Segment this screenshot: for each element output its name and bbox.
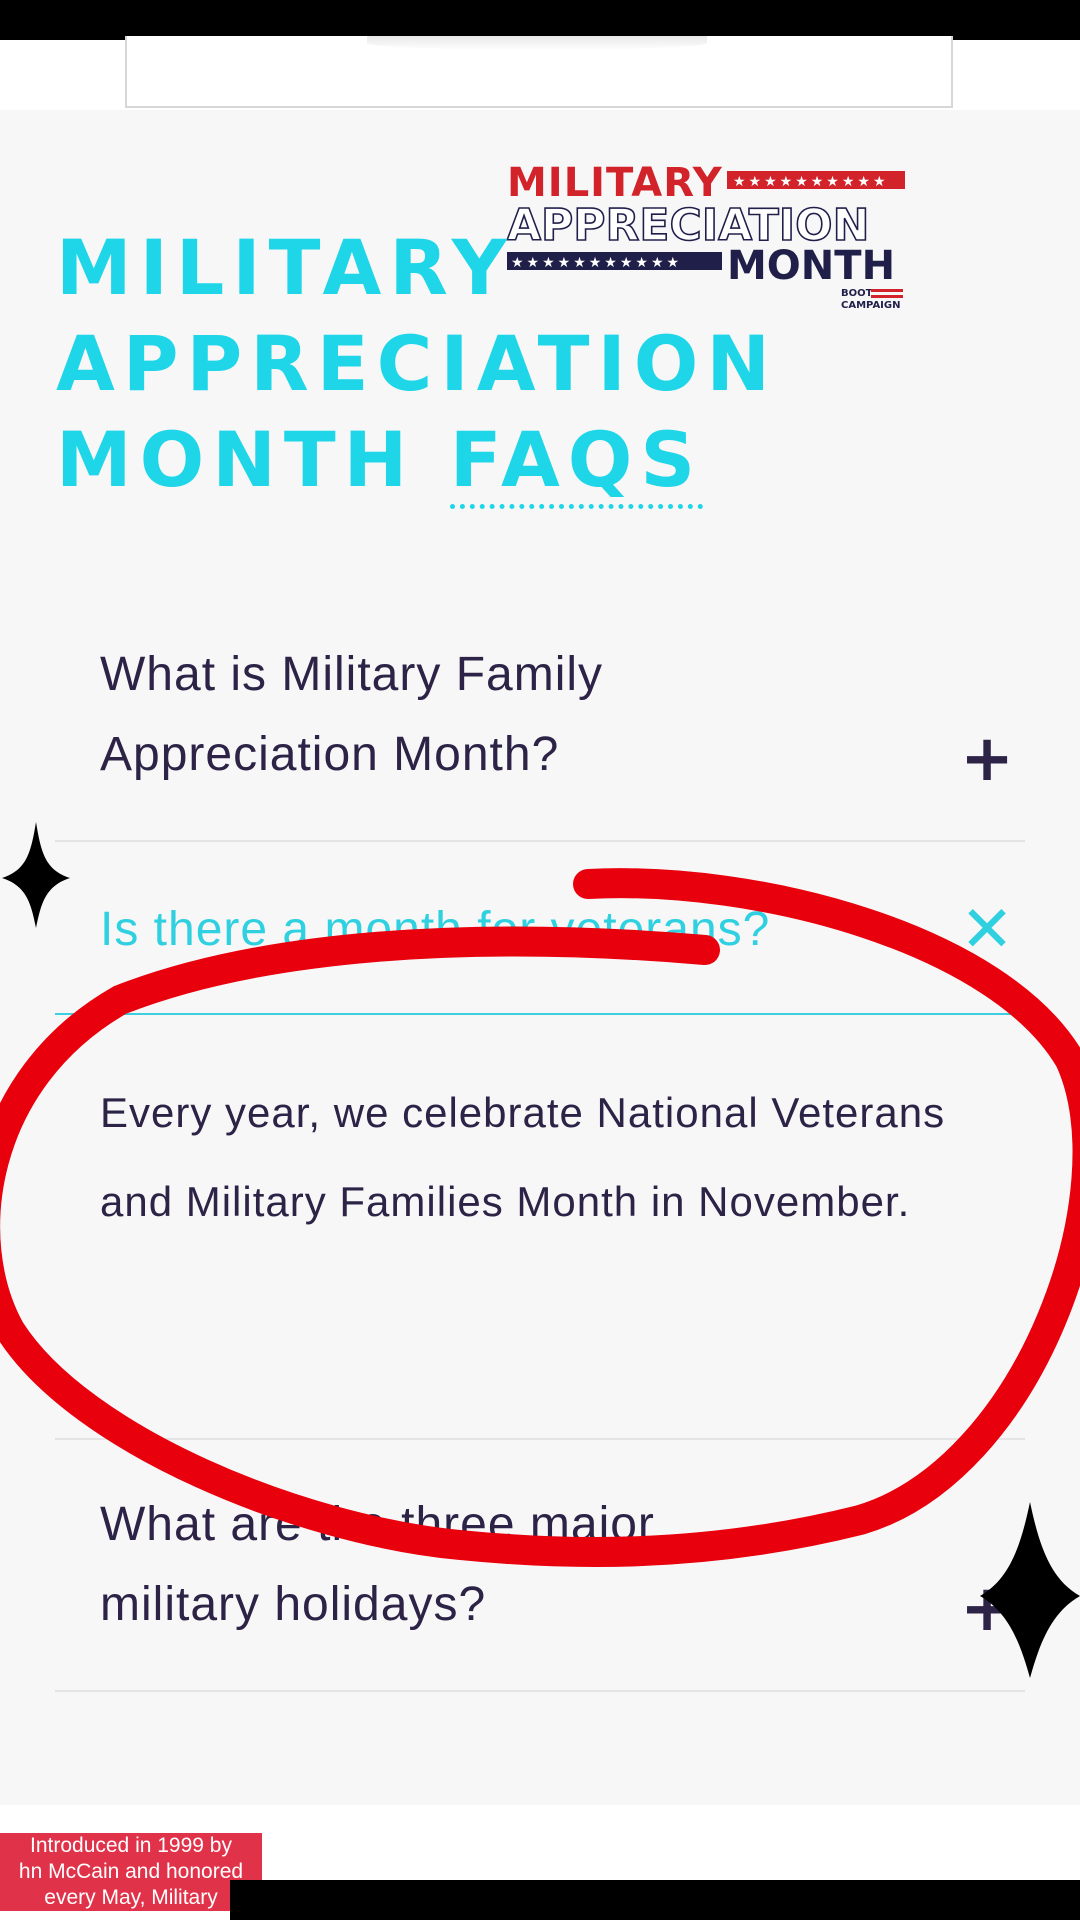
caption-line2: hn McCain and honored <box>0 1859 262 1885</box>
expand-plus-icon[interactable]: + <box>959 1577 1015 1641</box>
faq-question[interactable]: What are the three major military holida… <box>100 1485 655 1645</box>
faq-question-line2: Appreciation Month? <box>100 728 560 781</box>
faq-heading-line2: APPRECIATION <box>56 319 778 408</box>
previous-section-card <box>125 36 953 108</box>
faq-heading-line1: MILITARY <box>56 223 515 312</box>
collapse-close-icon[interactable]: ✕ <box>959 898 1015 962</box>
faq-question-line2: military holidays? <box>100 1578 487 1631</box>
caption-line1: Introduced in 1999 by <box>0 1833 262 1859</box>
video-caption: Introduced in 1999 by hn McCain and hono… <box>0 1833 262 1911</box>
faq-divider <box>55 1690 1025 1692</box>
svg-text:★★★★★★★★★★: ★★★★★★★★★★ <box>733 174 889 190</box>
faq-heading-month: MONTH <box>56 415 416 504</box>
navigation-bar <box>230 1880 1080 1920</box>
faq-item-major-holidays[interactable]: What are the three major military holida… <box>55 1485 1025 1695</box>
logo-sub2: CAMPAIGN <box>841 300 900 311</box>
expand-plus-icon[interactable]: + <box>959 727 1015 791</box>
faq-divider-active <box>55 1013 1025 1015</box>
faq-divider <box>55 840 1025 842</box>
faq-question[interactable]: What is Military Family Appreciation Mon… <box>100 635 603 795</box>
card-shadow <box>367 36 707 50</box>
faq-question-line1: What are the three major <box>100 1498 655 1551</box>
faqs-abbreviation[interactable]: FAQS <box>449 415 704 509</box>
faq-item-veterans-month[interactable]: Is there a month for veterans? ✕ <box>55 890 1025 1020</box>
logo-sub1: BOOT <box>841 288 873 299</box>
faq-question-line1: What is Military Family <box>100 648 604 701</box>
faq-divider <box>55 1438 1025 1440</box>
faq-heading: MILITARY APPRECIATION MONTH FAQS <box>56 220 778 509</box>
faq-answer: Every year, we celebrate National Vetera… <box>100 1089 946 1225</box>
faq-item-military-family-month[interactable]: What is Military Family Appreciation Mon… <box>55 635 1025 845</box>
status-bar <box>0 0 1080 40</box>
faq-question-active[interactable]: Is there a month for veterans? <box>100 890 770 970</box>
faq-heading-line3: MONTH FAQS <box>56 412 778 509</box>
caption-line3: every May, Military <box>0 1885 262 1911</box>
